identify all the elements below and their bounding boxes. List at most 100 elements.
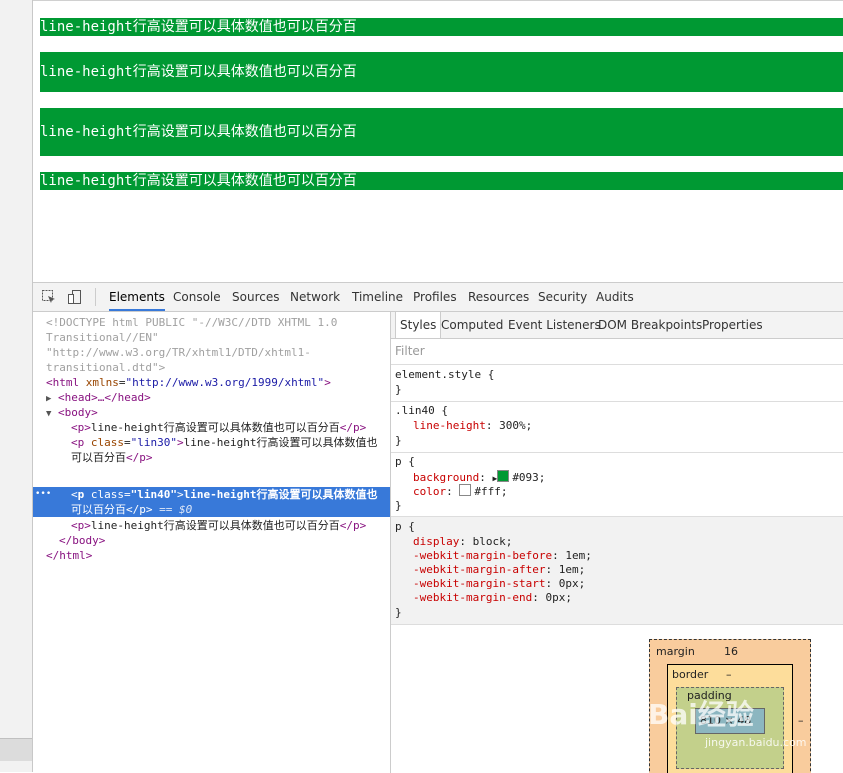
collapse-triangle-icon[interactable]: ▼: [46, 409, 51, 419]
rule-element-style[interactable]: element.style { }: [391, 365, 843, 402]
background-declaration[interactable]: background: ▶ #093;: [413, 470, 545, 484]
ua-declaration: display: block;: [413, 535, 513, 548]
p3-tag-name: p: [77, 488, 85, 501]
html-close-tag[interactable]: </html>: [46, 548, 92, 563]
ua-prop-value: 0px;: [558, 577, 586, 590]
border-bottom-value[interactable]: –: [726, 768, 732, 773]
baidu-watermark-url: jingyan.baidu.com: [705, 736, 807, 749]
p3-attr-name: class: [90, 488, 124, 501]
subtab-computed[interactable]: Computed: [441, 312, 503, 338]
dom-node-p3[interactable]: <p class="lin40">line-height行高设置可以具体数值也: [71, 487, 377, 502]
rule-lin40[interactable]: .lin40 { line-height: 300%; }: [391, 401, 843, 453]
subtab-styles[interactable]: Styles: [395, 312, 442, 338]
p4-open-tag: <p>: [71, 519, 91, 532]
rule-close-brace: }: [395, 434, 402, 447]
node-actions-ellipsis[interactable]: •••: [35, 487, 51, 502]
styles-sidebar: Styles Computed Event Listeners DOM Brea…: [391, 312, 843, 773]
devtools-toolbar: Elements Console Sources Network Timelin…: [33, 283, 843, 312]
color-swatch-icon[interactable]: [497, 470, 510, 482]
margin-right-value[interactable]: –: [798, 714, 804, 727]
tab-network[interactable]: Network: [290, 283, 340, 311]
border-top-value[interactable]: –: [726, 668, 732, 681]
browser-left-frame: [0, 0, 33, 772]
ua-prop-name: -webkit-margin-start: [413, 577, 546, 590]
margin-label: margin: [656, 645, 695, 658]
styles-filter-input[interactable]: Filter: [395, 344, 425, 358]
lin40-declaration[interactable]: line-height: 300%;: [413, 419, 532, 433]
background-value[interactable]: #093;: [512, 471, 545, 484]
expand-triangle-icon[interactable]: ▶: [46, 394, 51, 404]
tab-elements[interactable]: Elements: [109, 283, 165, 311]
line-height-value[interactable]: 300%;: [499, 419, 532, 432]
background-prop: background: [413, 471, 480, 484]
doctype-line[interactable]: <!DOCTYPE html PUBLIC "-//W3C//DTD XHTML…: [46, 315, 337, 330]
tab-profiles[interactable]: Profiles: [413, 283, 457, 311]
p3-close-tag: </p>: [126, 503, 153, 516]
border-label: border: [672, 668, 709, 681]
dom-node-p4[interactable]: <p>line-height行高设置可以具体数值也可以百分百</p>: [71, 518, 366, 533]
subtab-event-listeners[interactable]: Event Listeners: [508, 312, 601, 338]
ua-declaration: -webkit-margin-end: 0px;: [413, 591, 572, 604]
ua-declaration: -webkit-margin-before: 1em;: [413, 549, 592, 562]
ua-declaration: -webkit-margin-after: 1em;: [413, 563, 586, 576]
p2-attr-value: "lin30": [130, 436, 177, 449]
p4-close-tag: </p>: [339, 519, 367, 532]
html-attr-name: xmlns: [85, 376, 119, 389]
color-declaration[interactable]: color: #fff;: [413, 484, 508, 498]
selected-dom-node[interactable]: ••• <p class="lin40">line-height行高设置可以具体…: [33, 487, 390, 517]
p1-close-tag: </p>: [339, 421, 367, 434]
elements-dom-tree: <!DOCTYPE html PUBLIC "-//W3C//DTD XHTML…: [33, 312, 391, 773]
dom-node-p2[interactable]: <p class="lin30">line-height行高设置可以具体数值也: [71, 435, 377, 450]
margin-top-value[interactable]: 16: [724, 645, 738, 658]
ua-prop-name: -webkit-margin-after: [413, 563, 546, 576]
p2-attr-name: class: [90, 436, 124, 449]
p1-text: line-height行高设置可以具体数值也可以百分百: [90, 421, 340, 434]
p2-text-line1: line-height行高设置可以具体数值也: [183, 436, 378, 449]
subtab-dom-breakpoints[interactable]: DOM Breakpoints: [598, 312, 702, 338]
rule-p-user-agent[interactable]: p { display: block; -webkit-margin-befor…: [391, 517, 843, 625]
html-tag-name: html: [52, 376, 80, 389]
p2-text-line2: 可以百分百: [71, 451, 126, 464]
ua-prop-value: 0px;: [545, 591, 572, 604]
tab-timeline[interactable]: Timeline: [352, 283, 403, 311]
tab-resources[interactable]: Resources: [468, 283, 529, 311]
color-swatch-icon[interactable]: [459, 484, 472, 496]
paragraph-default: line-height行高设置可以具体数值也可以百分百: [40, 18, 843, 36]
styles-subtabs: Styles Computed Event Listeners DOM Brea…: [391, 312, 843, 339]
baidu-watermark-logo: Bai经验: [648, 698, 754, 731]
tab-audits[interactable]: Audits: [596, 283, 634, 311]
device-mode-icon[interactable]: [67, 289, 83, 305]
doctype-line[interactable]: transitional.dtd">: [46, 360, 165, 375]
p1-open-tag: <p>: [71, 421, 91, 434]
body-close-tag[interactable]: </body>: [59, 533, 105, 548]
doctype-line[interactable]: Transitional//EN": [46, 330, 159, 345]
dom-node-p3-cont[interactable]: 可以百分百</p> == $0: [71, 502, 192, 517]
color-value[interactable]: #fff;: [474, 485, 507, 498]
inspect-element-icon[interactable]: [41, 289, 57, 305]
toolbar-separator: [95, 288, 96, 306]
ua-prop-name: -webkit-margin-before: [413, 549, 553, 562]
ua-prop-value: block;: [472, 535, 513, 548]
html-open-node[interactable]: <html xmlns="http://www.w3.org/1999/xhtm…: [46, 375, 331, 390]
tab-security[interactable]: Security: [538, 283, 587, 311]
subtab-properties[interactable]: Properties: [702, 312, 763, 338]
ua-prop-name: -webkit-margin-end: [413, 591, 533, 604]
paragraph-lin40: line-height行高设置可以具体数值也可以百分百: [40, 108, 843, 156]
dom-node-p2-cont[interactable]: 可以百分百</p>: [71, 450, 153, 465]
ua-prop-value: 1em;: [558, 563, 586, 576]
paragraph-last: line-height行高设置可以具体数值也可以百分百: [40, 172, 843, 190]
browser-bottom-bar: [0, 738, 32, 761]
body-open-node[interactable]: ▼ <body>: [46, 405, 98, 420]
html-attr-value: "http://www.w3.org/1999/xhtml": [125, 376, 325, 389]
head-node[interactable]: ▶ <head>…</head>: [46, 390, 151, 405]
tab-console[interactable]: Console: [173, 283, 221, 311]
dom-node-p1[interactable]: <p>line-height行高设置可以具体数值也可以百分百</p>: [71, 420, 366, 435]
ua-declaration: -webkit-margin-start: 0px;: [413, 577, 586, 590]
rule-p-author[interactable]: p { background: ▶ #093; color: #fff; }: [391, 452, 843, 517]
tab-sources[interactable]: Sources: [232, 283, 279, 311]
doctype-line[interactable]: "http://www.w3.org/TR/xhtml1/DTD/xhtml1-: [46, 345, 311, 360]
ua-prop-value: 1em;: [565, 549, 592, 562]
paragraph-lin30: line-height行高设置可以具体数值也可以百分百: [40, 52, 843, 92]
p2-close-tag: </p>: [126, 451, 153, 464]
p3-attr-value: "lin40": [130, 488, 177, 501]
